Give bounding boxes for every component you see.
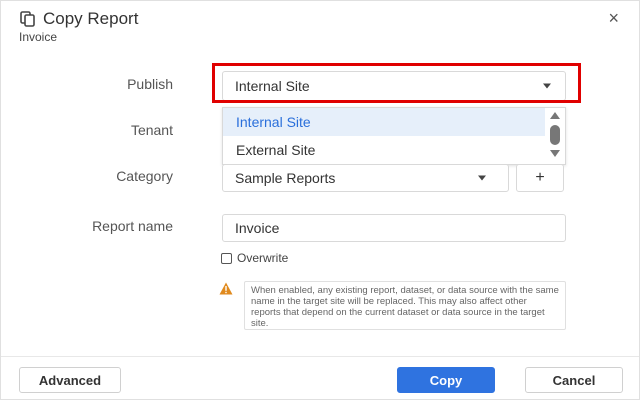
close-icon[interactable]: × [608,9,619,27]
publish-highlight-box [212,63,581,103]
dialog-header: Copy Report [19,9,138,29]
category-value: Sample Reports [235,170,336,186]
scroll-thumb[interactable] [550,125,560,145]
dialog-subtitle: Invoice [19,30,58,44]
category-select[interactable]: Sample Reports [222,164,509,192]
report-name-input[interactable]: Invoice [222,214,566,242]
dropdown-option-internal-site[interactable]: Internal Site [223,108,545,136]
add-category-button[interactable]: + [516,164,564,192]
overwrite-checkbox[interactable] [221,252,232,264]
scroll-down-icon[interactable] [550,150,560,157]
tenant-label: Tenant [130,122,173,138]
copy-button[interactable]: Copy [397,367,495,393]
dropdown-scrollbar[interactable] [545,108,565,164]
report-name-label: Report name [92,218,173,234]
dialog-footer: Advanced Copy Cancel [1,356,639,401]
warning-icon [219,282,233,295]
category-label: Category [116,168,173,184]
report-name-value: Invoice [235,220,280,236]
cancel-button[interactable]: Cancel [525,367,623,393]
publish-dropdown-list: Internal Site External Site [222,107,566,165]
overwrite-label[interactable]: Overwrite [237,251,288,265]
scroll-up-icon[interactable] [550,112,560,119]
copy-icon [20,11,35,27]
copy-report-dialog: Copy Report Invoice × Publish Internal S… [0,0,640,400]
dialog-title: Copy Report [43,9,139,28]
overwrite-warning-text: When enabled, any existing report, datas… [244,281,566,330]
advanced-button[interactable]: Advanced [19,367,121,393]
publish-label: Publish [127,76,173,92]
chevron-down-icon [478,175,486,181]
dropdown-option-external-site[interactable]: External Site [223,136,545,164]
overwrite-row: Overwrite [221,251,288,265]
